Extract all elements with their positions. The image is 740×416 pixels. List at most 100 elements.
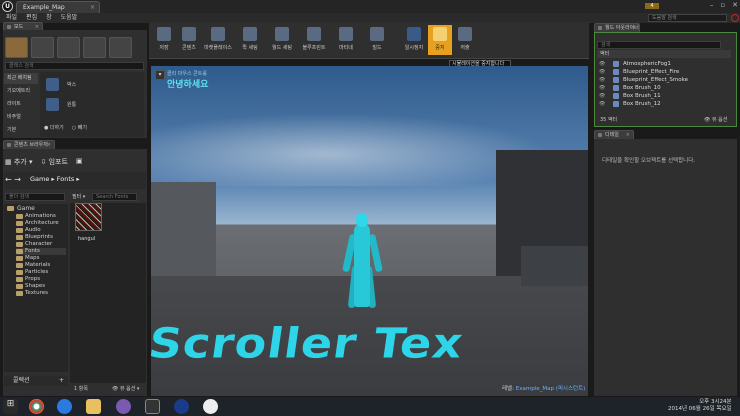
landscape-mode-icon[interactable]: [57, 37, 80, 58]
history-nav: ← →: [5, 175, 21, 184]
close-icon[interactable]: ×: [90, 2, 95, 13]
maximize-icon[interactable]: ▫: [720, 1, 725, 9]
help-search-input[interactable]: 도움말 검색: [648, 14, 727, 22]
import-button[interactable]: ⇩ 임포트: [40, 157, 67, 167]
forward-icon[interactable]: →: [14, 175, 21, 184]
asset-search-input[interactable]: Search Fonts: [92, 193, 137, 201]
folder-search-input[interactable]: 폴더 검색: [5, 193, 65, 201]
minimize-icon[interactable]: –: [710, 1, 714, 9]
list-item[interactable]: 박스: [46, 76, 76, 92]
tree-folder-selected[interactable]: Fonts: [16, 248, 66, 255]
stop-button[interactable]: 중지: [428, 25, 452, 55]
app-icon[interactable]: [116, 399, 131, 414]
viewport-options-button[interactable]: ▾: [155, 70, 165, 80]
radio-subtract-label: 빼기: [77, 125, 87, 131]
tree-folder[interactable]: Maps: [16, 255, 39, 262]
menu-window[interactable]: 창: [46, 13, 52, 23]
save-button[interactable]: 저장: [152, 25, 176, 55]
tree-folder[interactable]: Particles: [16, 269, 48, 276]
level-tab[interactable]: Example_Map ×: [16, 1, 100, 13]
tab-world-outliner[interactable]: 월드 아웃라이너 ×: [594, 23, 640, 32]
view-options-button[interactable]: 👁 뷰 옵션 ▾: [112, 385, 139, 392]
unreal-editor-icon[interactable]: [203, 399, 218, 414]
tree-root-game[interactable]: Game: [7, 205, 35, 212]
ue4-badge-icon: 4: [645, 3, 659, 9]
import-label: 임포트: [48, 158, 68, 166]
breadcrumb-game[interactable]: Game: [30, 175, 49, 183]
level-viewport[interactable]: Scroller Tex: [151, 66, 588, 396]
geometry-mode-icon[interactable]: [109, 37, 132, 58]
build-button[interactable]: 빌드: [365, 25, 389, 55]
box-icon: [46, 77, 59, 91]
chrome-icon[interactable]: [29, 399, 44, 414]
quick-settings-button[interactable]: 퀵 세팅: [238, 25, 262, 55]
tree-folder[interactable]: Props: [16, 276, 40, 283]
close-icon[interactable]: ×: [632, 24, 636, 32]
app-icon[interactable]: [145, 399, 160, 414]
unreal-icon[interactable]: [174, 399, 189, 414]
details-panel: [594, 139, 737, 396]
category-lights[interactable]: 라이트: [4, 99, 38, 110]
tree-folder[interactable]: Blueprints: [16, 234, 53, 241]
pause-button[interactable]: 일시정지: [402, 25, 426, 55]
globe-icon: [275, 27, 289, 41]
start-icon[interactable]: ⊞: [3, 399, 18, 414]
unreal-logo-icon[interactable]: U: [2, 1, 13, 12]
clock[interactable]: 오후 3시24분 2014년 06월 26일 목요일: [668, 399, 732, 413]
world-settings-button[interactable]: 월드 세팅: [268, 25, 296, 55]
class-search-input[interactable]: 클래스 검색: [5, 62, 144, 70]
save-icon[interactable]: ▣: [76, 157, 83, 167]
outliner-row[interactable]: Box Brush_10: [597, 84, 731, 92]
breadcrumb-fonts[interactable]: Fonts: [57, 175, 75, 183]
tree-folder[interactable]: Textures: [16, 290, 48, 297]
outliner-row[interactable]: Box Brush_12: [597, 100, 731, 108]
list-item-label: 박스: [67, 81, 77, 88]
close-window-icon[interactable]: ✕: [732, 1, 738, 9]
foliage-mode-icon[interactable]: [83, 37, 106, 58]
list-item[interactable]: 원통: [46, 96, 76, 112]
tree-folder[interactable]: Architecture: [16, 220, 59, 227]
paint-mode-icon[interactable]: [31, 37, 54, 58]
close-icon[interactable]: ×: [626, 131, 630, 139]
radio-subtract[interactable]: ○ 빼기: [72, 124, 87, 131]
outliner-view-options-button[interactable]: 👁 뷰 옵션: [704, 116, 727, 123]
close-icon[interactable]: ×: [47, 141, 51, 149]
asset-label: hangul: [78, 236, 96, 242]
collections-section[interactable]: 콜렉션 +: [4, 376, 68, 386]
matinee-button[interactable]: 마티네: [334, 25, 358, 55]
blueprints-button[interactable]: 블루프린트: [299, 25, 329, 55]
tree-folder[interactable]: Animations: [16, 213, 56, 220]
add-collection-icon[interactable]: +: [59, 376, 64, 386]
marketplace-button[interactable]: 마켓플레이스: [202, 25, 234, 55]
outliner-row[interactable]: Blueprint_Effect_Fire: [597, 68, 731, 76]
font-asset-thumbnail[interactable]: [75, 203, 102, 231]
level-name: Example_Map: [515, 386, 554, 392]
back-icon[interactable]: ←: [5, 175, 12, 184]
tree-folder[interactable]: Shapes: [16, 283, 45, 290]
outliner-search-input[interactable]: 검색: [597, 41, 721, 49]
category-basic[interactable]: 기본: [4, 125, 38, 137]
tree-folder[interactable]: Character: [16, 241, 52, 248]
content-button[interactable]: 콘텐츠: [177, 25, 201, 55]
add-new-button[interactable]: ▦ 추가 ▾: [5, 157, 32, 167]
outliner-row[interactable]: Box Brush_11: [597, 92, 731, 100]
tree-folder[interactable]: Materials: [16, 262, 50, 269]
explorer-icon[interactable]: [86, 399, 101, 414]
outliner-row[interactable]: Blueprint_Effect_Smoke: [597, 76, 731, 84]
category-geometry[interactable]: 기오메트리: [4, 86, 38, 97]
outliner-column-header[interactable]: 액터: [597, 50, 731, 58]
scroller-text: Scroller Tex: [151, 318, 467, 368]
place-mode-icon[interactable]: [5, 37, 28, 58]
menu-help[interactable]: 도움말: [61, 13, 78, 23]
radio-add[interactable]: ● 더하기: [44, 124, 64, 131]
category-recent[interactable]: 최근 배치됨: [4, 73, 38, 84]
tab-content-browser[interactable]: 콘텐츠 브라우저 ×: [3, 140, 55, 149]
category-visual[interactable]: 비주얼: [4, 112, 38, 123]
tab-details[interactable]: 디테일 ×: [594, 130, 634, 139]
eject-button[interactable]: 꺼출: [453, 25, 477, 55]
filter-button[interactable]: 필터 ▾: [72, 193, 85, 200]
cylinder-icon: [46, 97, 59, 111]
outliner-row[interactable]: AtmosphericFog1: [597, 60, 731, 68]
ie-icon[interactable]: [57, 399, 72, 414]
tree-folder[interactable]: Audio: [16, 227, 41, 234]
